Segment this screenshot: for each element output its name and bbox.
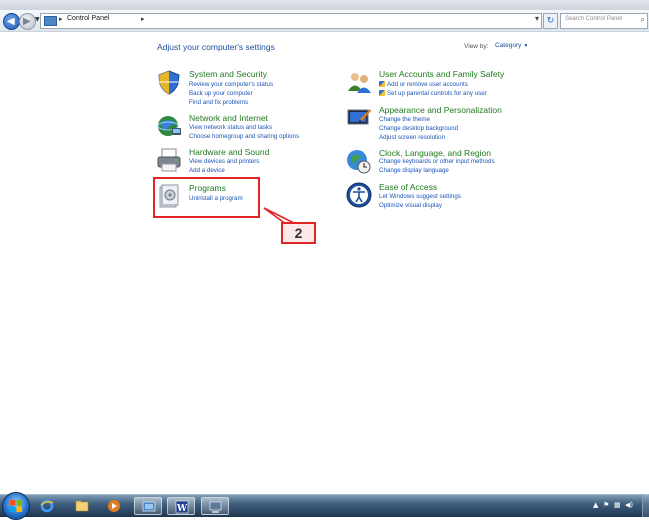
uac-shield-icon	[379, 90, 385, 96]
address-field[interactable]: ▸ Control Panel ▸ ▾	[40, 13, 542, 29]
link-change-theme[interactable]: Change the theme	[379, 116, 430, 123]
breadcrumb-chevron-icon[interactable]: ▸	[141, 15, 145, 23]
control-panel-icon	[44, 16, 57, 26]
link-homegroup[interactable]: Choose homegroup and sharing options	[189, 133, 299, 140]
link-screen-resolution[interactable]: Adjust screen resolution	[379, 134, 445, 141]
search-icon[interactable]: ⌕	[641, 15, 645, 25]
show-desktop-button[interactable]	[642, 495, 649, 517]
view-by-value: Category	[495, 42, 522, 49]
address-dropdown-icon[interactable]: ▾	[535, 14, 539, 23]
step-number-badge: 2	[281, 222, 316, 244]
category-user-accounts: User Accounts and Family Safety Add or r…	[346, 69, 546, 101]
category-title[interactable]: Ease of Access	[379, 182, 437, 192]
appearance-icon[interactable]	[346, 105, 372, 131]
category-title[interactable]: Network and Internet	[189, 113, 268, 123]
link-add-device[interactable]: Add a device	[189, 167, 225, 174]
taskbar-control-panel[interactable]	[134, 497, 162, 515]
link-text: Set up parental controls for any user	[387, 90, 487, 97]
breadcrumb-control-panel[interactable]: Control Panel	[67, 15, 109, 22]
chevron-down-icon: ▼	[523, 43, 529, 49]
clock-globe-icon[interactable]	[346, 148, 372, 174]
category-title[interactable]: System and Security	[189, 69, 267, 79]
breadcrumb-chevron-icon[interactable]: ▸	[59, 15, 63, 23]
network-status-icon[interactable]: ▦	[614, 501, 621, 509]
view-by-dropdown[interactable]: Category ▼	[490, 40, 533, 51]
category-hardware-sound: Hardware and Sound View devices and prin…	[156, 147, 326, 177]
network-globe-icon[interactable]	[156, 113, 182, 139]
taskbar-windows-explorer[interactable]	[68, 497, 96, 515]
ease-of-access-icon[interactable]	[346, 182, 372, 208]
link-add-remove-users[interactable]: Add or remove user accounts	[379, 81, 468, 88]
uac-shield-icon	[379, 81, 385, 87]
forward-button[interactable]: ▶	[19, 13, 36, 30]
link-review-status[interactable]: Review your computer's status	[189, 81, 273, 88]
link-desktop-background[interactable]: Change desktop background	[379, 125, 458, 132]
link-backup[interactable]: Back up your computer	[189, 90, 253, 97]
control-panel-icon	[142, 501, 156, 512]
arrow-right-icon: ▶	[23, 16, 31, 27]
users-icon[interactable]	[346, 69, 372, 95]
link-devices-printers[interactable]: View devices and printers	[189, 158, 259, 165]
internet-explorer-icon	[40, 499, 54, 513]
refresh-button[interactable]: ↻	[543, 13, 558, 29]
view-by-label: View by:	[464, 43, 489, 50]
category-clock-language: Clock, Language, and Region Change keybo…	[346, 148, 546, 178]
highlight-box	[153, 177, 260, 218]
window-title-bar	[0, 0, 649, 10]
arrow-left-icon: ◀	[7, 16, 15, 27]
back-button[interactable]: ◀	[3, 13, 20, 30]
link-find-fix[interactable]: Find and fix problems	[189, 99, 248, 106]
taskbar-media-player[interactable]	[100, 497, 128, 515]
page-title: Adjust your computer's settings	[157, 42, 275, 52]
category-ease-of-access: Ease of Access Let Windows suggest setti…	[346, 182, 546, 212]
link-optimize-display[interactable]: Optimize visual display	[379, 202, 442, 209]
search-input[interactable]: Search Control Panel ⌕	[560, 13, 648, 29]
system-security-icon[interactable]	[156, 69, 182, 95]
category-title[interactable]: User Accounts and Family Safety	[379, 69, 504, 79]
address-bar: ◀ ▶ ▼ ▸ Control Panel ▸ ▾ ↻ Search Contr…	[0, 10, 649, 32]
link-text: Add or remove user accounts	[387, 81, 468, 88]
category-network-internet: Network and Internet View network status…	[156, 113, 326, 145]
category-title[interactable]: Clock, Language, and Region	[379, 148, 491, 158]
link-display-language[interactable]: Change display language	[379, 167, 449, 174]
notification-area: ▲ ⚑ ▦ ◀)	[589, 495, 649, 517]
word-icon: W	[175, 500, 189, 514]
windows-logo-icon	[10, 500, 22, 512]
taskbar-internet-explorer[interactable]	[33, 497, 61, 515]
action-center-flag-icon[interactable]: ⚑	[603, 501, 609, 509]
computer-window-icon	[209, 501, 222, 513]
category-appearance: Appearance and Personalization Change th…	[346, 105, 546, 145]
refresh-icon: ↻	[546, 16, 555, 26]
taskbar-word[interactable]: W	[167, 497, 195, 515]
search-placeholder: Search Control Panel	[565, 16, 623, 22]
category-system-security: System and Security Review your computer…	[156, 69, 326, 109]
category-title[interactable]: Hardware and Sound	[189, 147, 269, 157]
media-player-icon	[108, 500, 120, 512]
link-parental-controls[interactable]: Set up parental controls for any user	[379, 90, 487, 97]
volume-icon[interactable]: ◀)	[625, 501, 633, 509]
link-keyboards[interactable]: Change keyboards or other input methods	[379, 158, 495, 165]
category-title[interactable]: Appearance and Personalization	[379, 105, 502, 115]
printer-icon[interactable]	[156, 147, 182, 173]
folder-icon	[75, 501, 89, 512]
svg-text:W: W	[176, 504, 188, 514]
recent-pages-dropdown[interactable]: ▼	[35, 16, 40, 23]
taskbar: W ▲ ⚑ ▦ ◀)	[0, 492, 649, 520]
show-hidden-icons-icon[interactable]: ▲	[593, 501, 598, 509]
link-network-status[interactable]: View network status and tasks	[189, 124, 272, 131]
link-suggest-settings[interactable]: Let Windows suggest settings	[379, 193, 461, 200]
taskbar-network-window[interactable]	[201, 497, 229, 515]
